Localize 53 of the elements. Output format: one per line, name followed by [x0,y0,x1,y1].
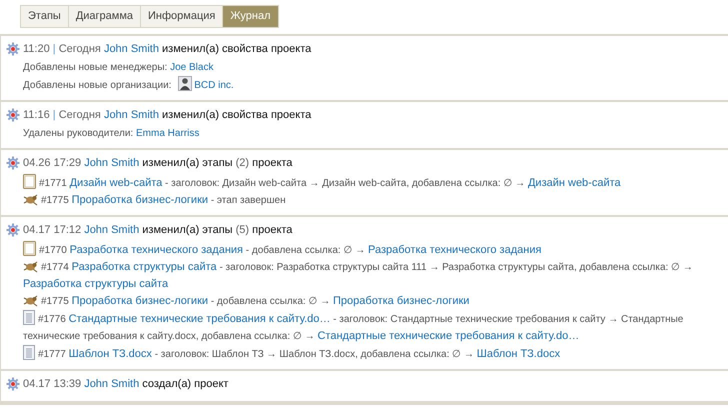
bug-icon [23,260,38,273]
stage-change-line: #1770 Разработка технического задания - добавлена ссылка: ∅ → Разработка технического задания [23,241,718,259]
entry-heading: 04.17 13:39 John Smith создал(а) проект [23,377,228,392]
entry-heading: 11:16 | Сегодня John Smith изменил(а) свойства проекта [23,108,312,123]
user-link[interactable]: John Smith [104,43,159,55]
stage-change-line: #1775 Проработка бизнес-логики - добавлена ссылка: ∅ → Проработка бизнес-логики [23,293,718,310]
user-link[interactable]: John Smith [84,378,140,390]
tab[interactable]: Журнал [222,6,278,27]
stage-link[interactable]: Дизайн web-сайта [70,177,162,189]
tab[interactable]: Этапы [21,6,68,27]
value-link[interactable]: BCD inc. [194,80,234,91]
stage-link[interactable]: Дизайн web-сайта [528,177,621,189]
stage-change-line: #1771 Дизайн web-сайта - заголовок: Дизайн web-сайта → Дизайн web-сайта, добавлена ссылка: ∅ → Дизайн web-сайта [23,174,718,192]
document-icon [23,345,35,360]
entry-heading: 04.17 17:12 John Smith изменил(а) этапы (5) проекта [23,223,292,238]
gear-icon [6,223,20,237]
entry-heading: 11:20 | Сегодня John Smith изменил(а) свойства проекта [23,42,312,57]
change-line: Удалены руководители: Emma Harriss [23,127,200,141]
notepad-icon [23,174,36,189]
user-link[interactable]: John Smith [84,224,140,236]
gear-icon [6,108,20,122]
gear-icon [6,377,20,391]
entry-heading: 04.26 17:29 John Smith изменил(а) этапы (2) проекта [23,156,292,171]
document-icon [23,310,35,325]
user-link[interactable]: John Smith [104,109,159,121]
change-line: Добавлены новые организации: BCD inc. [23,76,718,94]
change-line: Добавлены новые менеджеры: Joe Black [23,61,214,75]
person-icon [178,76,192,91]
stage-link[interactable]: Проработка бизнес-логики [333,295,470,307]
user-link[interactable]: John Smith [84,157,140,169]
stage-link[interactable]: Проработка бизнес-логики [72,295,208,307]
stage-link[interactable]: Стандартные технические требования к сайту.do… [68,313,330,325]
stage-link[interactable]: Шаблон ТЗ.docx [68,348,152,360]
bug-icon [23,193,38,206]
stage-link[interactable]: Разработка технического задания [368,244,542,256]
bug-icon [23,294,38,307]
stage-link[interactable]: Разработка технического задания [70,244,244,256]
stage-link[interactable]: Стандартные технические требования к сайту.do… [317,330,580,342]
gear-icon [6,156,20,170]
tab[interactable]: Информация [140,6,222,27]
tab[interactable]: Диаграмма [68,6,140,27]
gear-icon [6,42,20,56]
value-link[interactable]: Joe Black [170,62,214,73]
stage-change-line: #1776 Стандартные технические требования к сайту.do… - заголовок: Стандартные технические требования к сайту → Стандартные технические требования к сайту.docx, добавлена ссылка: ∅ → Стандартные технические требования к сайту.do… [23,310,718,345]
stage-link[interactable]: Шаблон ТЗ.docx [476,348,560,360]
stage-change-line: #1775 Проработка бизнес-логики - этап завершен [23,192,718,209]
stage-link[interactable]: Разработка структуры сайта [72,261,217,273]
stage-change-line: #1777 Шаблон ТЗ.docx - заголовок: Шаблон ТЗ → Шаблон ТЗ.docx, добавлена ссылка: ∅ → Шаблон ТЗ.docx [23,345,718,363]
stage-link[interactable]: Проработка бизнес-логики [72,194,208,206]
stage-link[interactable]: Разработка структуры сайта [23,278,168,290]
stage-change-line: #1774 Разработка структуры сайта - заголовок: Разработка структуры сайта 111 → Разработка структуры сайта, добавлена ссылка: ∅ → Разработка структуры сайта [23,259,694,292]
value-link[interactable]: Emma Harriss [136,128,200,139]
notepad-icon [23,241,36,256]
